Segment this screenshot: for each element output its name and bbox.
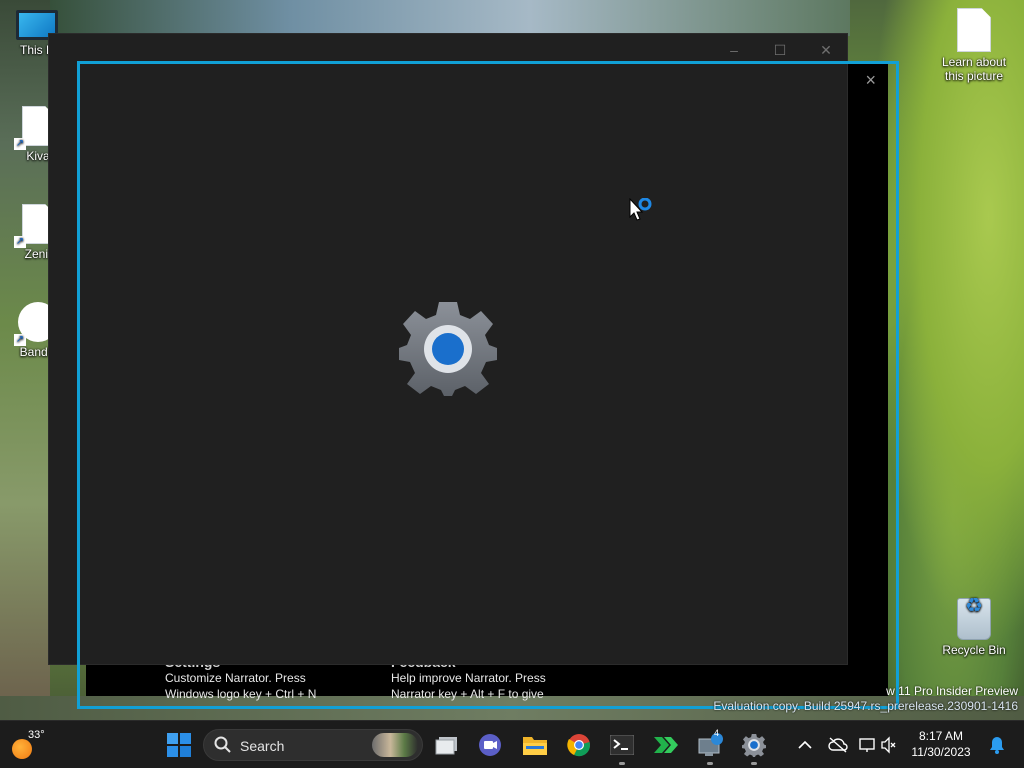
taskbar-remote-desktop[interactable]: 4 xyxy=(692,728,728,765)
taskbar-file-explorer[interactable] xyxy=(517,729,553,761)
desktop-wallpaper-top xyxy=(50,0,850,36)
chevron-up-icon xyxy=(798,740,812,749)
taskbar-search[interactable]: Search xyxy=(203,729,423,761)
search-icon xyxy=(214,736,231,753)
file-icon xyxy=(957,8,991,52)
section-text: Windows logo key + Ctrl + N xyxy=(165,687,317,701)
weather-widget[interactable]: 33° xyxy=(8,727,48,763)
double-chevron-icon xyxy=(654,737,678,753)
meet-icon xyxy=(479,734,501,756)
taskbar-terminal[interactable] xyxy=(604,729,640,765)
taskbar-chrome[interactable] xyxy=(561,729,597,761)
folder-icon xyxy=(523,737,547,755)
tray-network-sound[interactable] xyxy=(854,729,902,761)
running-indicator xyxy=(751,762,757,765)
monitor-icon xyxy=(698,733,723,756)
shortcut-arrow-icon: ↗ xyxy=(14,236,26,248)
section-text: Help improve Narrator. Press xyxy=(391,671,546,685)
desktop-icon-recycle-bin[interactable]: ♻ Recycle Bin xyxy=(936,596,1012,657)
maximize-button[interactable]: ☐ xyxy=(757,38,803,62)
shortcut-arrow-icon: ↗ xyxy=(14,138,26,150)
gear-icon xyxy=(399,300,497,398)
running-indicator xyxy=(619,762,625,765)
recycle-bin-icon: ♻ xyxy=(957,596,991,640)
windows-logo-icon xyxy=(167,733,191,757)
close-button[interactable]: ✕ xyxy=(803,38,849,62)
sun-icon xyxy=(12,739,32,759)
terminal-icon xyxy=(610,735,634,755)
desktop-icon-label: Learn about this picture xyxy=(941,55,1007,83)
cloud-offline-icon xyxy=(828,737,848,753)
task-view-icon xyxy=(435,737,457,755)
network-volume-icon xyxy=(859,736,896,754)
taskbar-task-view[interactable] xyxy=(429,729,465,761)
clock-date: 11/30/2023 xyxy=(911,745,971,759)
weather-temp: 33° xyxy=(28,729,45,741)
watermark-line: Evaluation copy. Build 25947.rs_prerelea… xyxy=(713,699,1018,713)
taskbar-teams[interactable] xyxy=(472,729,508,761)
close-icon[interactable]: × xyxy=(865,70,876,91)
watermark-line: w 11 Pro Insider Preview xyxy=(886,684,1018,698)
search-highlight-image xyxy=(372,733,418,757)
tray-overflow-button[interactable] xyxy=(788,729,822,761)
start-button[interactable] xyxy=(161,729,197,761)
chrome-icon xyxy=(567,734,590,757)
search-label: Search xyxy=(240,738,285,754)
desktop-icon-label: Recycle Bin xyxy=(942,643,1006,657)
section-text: Customize Narrator. Press xyxy=(165,671,306,685)
bell-icon xyxy=(990,737,1004,754)
section-text: Narrator key + Alt + F to give xyxy=(391,687,544,701)
notification-badge: 4 xyxy=(714,728,720,738)
notification-center-button[interactable] xyxy=(982,729,1012,761)
desktop-icon-label: Kiva xyxy=(26,149,50,163)
tray-onedrive[interactable] xyxy=(822,729,854,761)
title-bar[interactable]: – ☐ ✕ xyxy=(49,34,847,66)
desktop-icon-learn-about-picture[interactable]: Learn about this picture xyxy=(936,8,1012,83)
shortcut-arrow-icon: ↗ xyxy=(14,334,26,346)
settings-window: – ☐ ✕ xyxy=(48,33,848,665)
clock[interactable]: 8:17 AM 11/30/2023 xyxy=(906,729,976,759)
clock-time: 8:17 AM xyxy=(918,729,964,743)
minimize-button[interactable]: – xyxy=(711,38,757,62)
running-indicator xyxy=(707,762,713,765)
taskbar: 33° Search 4 8:17 AM 11/30/2023 xyxy=(0,720,1024,768)
taskbar-settings[interactable] xyxy=(736,729,772,765)
busy-cursor-icon xyxy=(629,197,653,229)
gear-icon xyxy=(742,733,766,757)
taskbar-app-chevrons[interactable] xyxy=(648,729,684,761)
evaluation-watermark: w 11 Pro Insider Preview Evaluation copy… xyxy=(713,684,1018,714)
